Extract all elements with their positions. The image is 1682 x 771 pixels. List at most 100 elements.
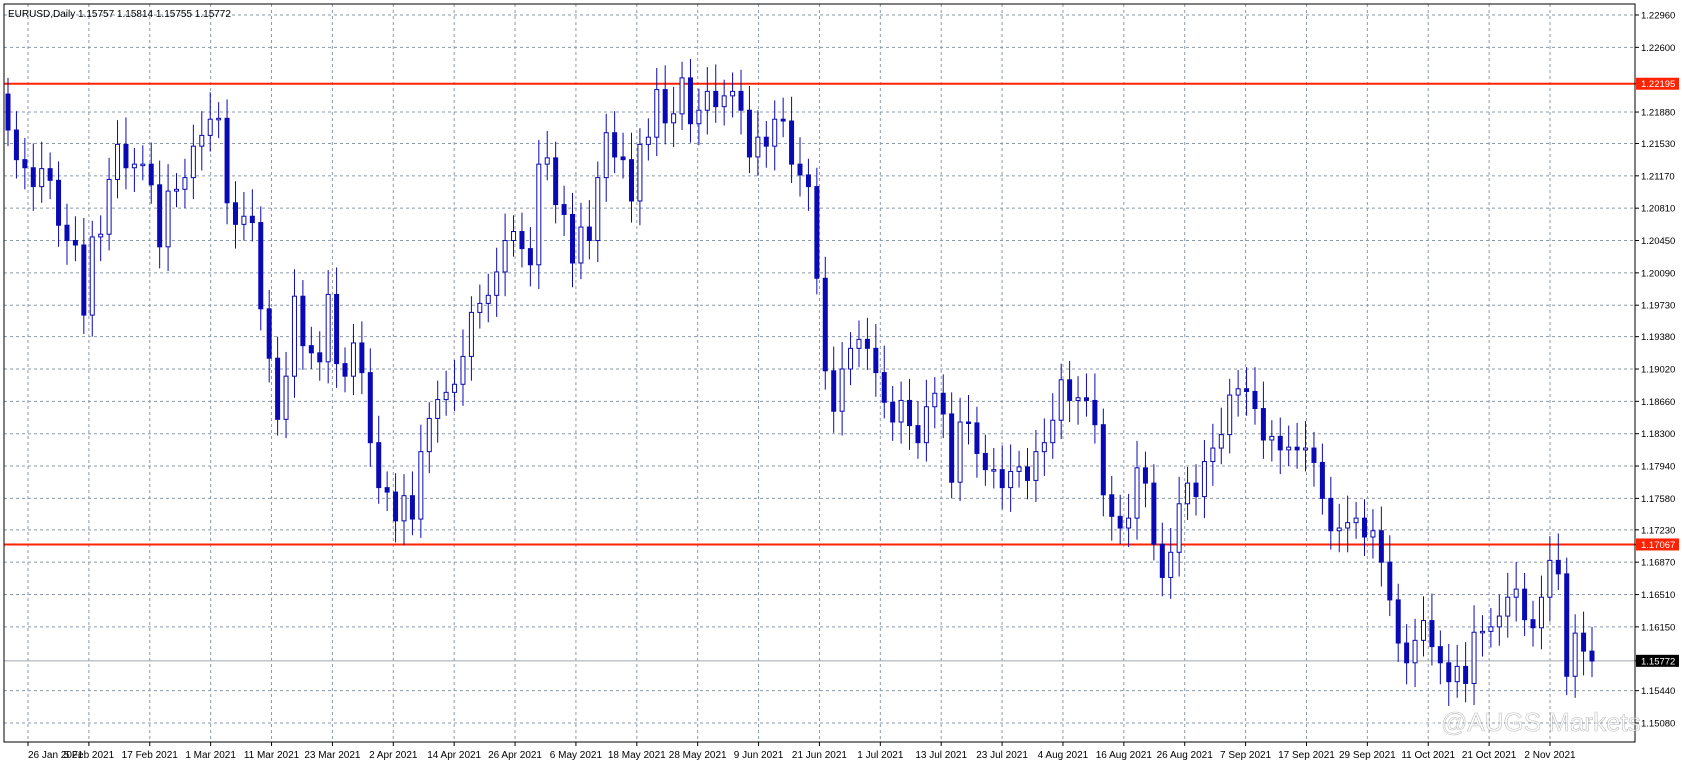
bullish-candle xyxy=(131,163,137,169)
bearish-candle xyxy=(586,226,592,242)
bearish-candle xyxy=(409,495,415,520)
bearish-candle xyxy=(949,413,955,483)
x-tick-label: 23 Mar 2021 xyxy=(304,750,361,761)
bearish-candle xyxy=(805,174,811,188)
y-tick-label: 1.20450 xyxy=(1641,236,1675,247)
bearish-candle xyxy=(232,202,238,225)
y-tick-label: 1.19730 xyxy=(1641,301,1675,312)
x-tick-label: 21 Jun 2021 xyxy=(792,750,847,761)
bullish-candle xyxy=(1041,442,1047,453)
bearish-candle xyxy=(30,167,36,188)
bullish-candle xyxy=(452,383,458,393)
bullish-candle xyxy=(1134,467,1140,519)
x-tick-label: 9 Jun 2021 xyxy=(734,750,784,761)
bearish-candle xyxy=(1328,497,1334,532)
bearish-candle xyxy=(1277,435,1283,451)
bullish-candle xyxy=(704,90,710,111)
y-tick-label: 1.17940 xyxy=(1641,462,1675,473)
bullish-candle xyxy=(283,375,289,420)
bearish-candle xyxy=(982,452,988,471)
bearish-candle xyxy=(5,93,11,131)
bullish-candle xyxy=(1547,559,1553,598)
bearish-candle xyxy=(1092,399,1098,426)
y-tick-label: 1.16870 xyxy=(1641,558,1675,569)
y-tick-label: 1.15080 xyxy=(1641,719,1675,730)
x-tick-label: 16 Aug 2021 xyxy=(1096,750,1153,761)
bullish-candle xyxy=(241,215,247,225)
bullish-candle xyxy=(578,226,584,264)
bearish-candle xyxy=(628,159,634,202)
bearish-candle xyxy=(342,363,348,377)
bearish-candle xyxy=(915,425,921,444)
bullish-candle xyxy=(1370,530,1376,538)
bearish-candle xyxy=(1100,424,1106,496)
bearish-candle xyxy=(1555,559,1561,575)
bullish-candle xyxy=(1058,379,1064,421)
x-tick-label: 26 Apr 2021 xyxy=(488,750,542,761)
bullish-candle xyxy=(1168,551,1174,578)
y-tick-label: 1.21530 xyxy=(1641,139,1675,150)
bearish-candle xyxy=(1522,588,1528,621)
x-tick-label: 26 Aug 2021 xyxy=(1157,750,1214,761)
y-tick-label: 1.20810 xyxy=(1641,204,1675,215)
x-tick-label: 11 Mar 2021 xyxy=(244,750,300,761)
bullish-candle xyxy=(174,188,180,192)
bearish-candle xyxy=(864,338,870,349)
bullish-candle xyxy=(435,399,441,419)
y-tick-label: 1.16510 xyxy=(1641,590,1675,601)
current-price-label: 1.15772 xyxy=(1641,656,1675,667)
candlestick-chart[interactable]: 1.22960 1.22600 1.22195 1.21880 1.21530 1.211… xyxy=(0,0,1682,766)
bearish-candle xyxy=(1252,390,1258,410)
bearish-candle xyxy=(789,120,795,165)
bearish-candle xyxy=(881,372,887,403)
bearish-candle xyxy=(873,347,879,374)
bullish-candle xyxy=(443,391,449,401)
bullish-candle xyxy=(418,451,424,520)
bearish-candle xyxy=(1193,482,1199,498)
x-tick-label: 28 May 2021 xyxy=(669,750,727,761)
bullish-candle xyxy=(401,495,407,522)
bearish-candle xyxy=(367,372,373,444)
bearish-candle xyxy=(1581,632,1587,652)
x-tick-label: 21 Oct 2021 xyxy=(1462,750,1517,761)
x-tick-label: 14 Apr 2021 xyxy=(427,750,481,761)
bearish-candle xyxy=(81,244,87,316)
bullish-candle xyxy=(1345,522,1351,529)
bearish-candle xyxy=(56,179,62,226)
bearish-candle xyxy=(47,168,53,181)
bearish-candle xyxy=(275,357,281,420)
bullish-candle xyxy=(898,399,904,423)
bullish-candle xyxy=(1538,596,1544,629)
watermark: @AUGS Markets xyxy=(1410,707,1641,737)
bearish-candle xyxy=(224,117,230,204)
bullish-candle xyxy=(730,90,736,97)
bullish-candle xyxy=(39,168,45,188)
bearish-candle xyxy=(334,293,340,365)
bearish-candle xyxy=(738,90,744,111)
y-tick-label: 1.18660 xyxy=(1641,397,1675,408)
bearish-candle xyxy=(1151,482,1157,545)
bullish-candle xyxy=(1008,470,1014,489)
bearish-candle xyxy=(612,132,618,158)
bearish-candle xyxy=(561,204,567,215)
bullish-candle xyxy=(1235,388,1241,396)
bullish-candle xyxy=(502,240,508,273)
level-price-label: 1.22195 xyxy=(1641,79,1675,90)
bullish-candle xyxy=(772,118,778,147)
bullish-candle xyxy=(511,231,517,242)
chart-svg[interactable]: 1.22960 1.22600 1.22195 1.21880 1.21530 1.211… xyxy=(0,0,1682,766)
bullish-candle xyxy=(848,347,854,370)
bearish-candle xyxy=(1260,408,1266,441)
bearish-candle xyxy=(822,277,828,372)
bullish-candle xyxy=(957,421,963,483)
bullish-candle xyxy=(1016,466,1022,472)
x-tick-label: 1 Jul 2021 xyxy=(857,750,904,761)
bullish-candle xyxy=(1420,620,1426,641)
bullish-candle xyxy=(654,89,660,138)
bullish-candle xyxy=(1353,517,1359,524)
y-tick-label: 1.17230 xyxy=(1641,525,1675,536)
bullish-candle xyxy=(1075,397,1081,401)
bullish-candle xyxy=(207,118,213,136)
bullish-candle xyxy=(991,469,997,472)
y-tick-label: 1.21170 xyxy=(1641,171,1675,182)
